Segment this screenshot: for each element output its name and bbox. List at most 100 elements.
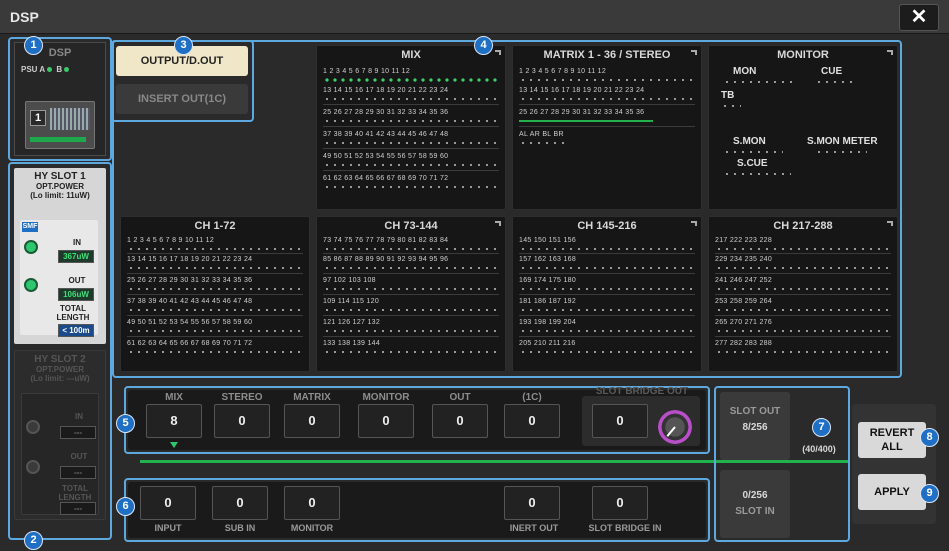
ch-leds: [715, 287, 889, 291]
ch-leds: [715, 266, 889, 270]
close-button[interactable]: ✕: [899, 4, 939, 31]
ch-row: 145 150 151 156: [519, 237, 577, 244]
ch-row: 121 126 127 132: [323, 319, 381, 326]
bus-in-inertout-value[interactable]: 0: [504, 486, 560, 520]
slot1-out-connector-icon: [24, 278, 38, 292]
monitor-tb-label: TB: [721, 90, 735, 101]
bus-in-monitor-value[interactable]: 0: [284, 486, 340, 520]
slot-out-label: SLOT OUT: [729, 406, 781, 417]
monitor-smon-label: S.MON: [733, 136, 766, 147]
module-ch-145-216[interactable]: CH 145-216 145 150 151 156 157 162 163 1…: [512, 216, 702, 372]
slot-bridge-out-value[interactable]: 0: [592, 404, 648, 438]
dsp-status-bar: [30, 137, 86, 142]
dsp-grill: [50, 108, 90, 130]
ch-row: 13 14 15 16 17 18 19 20 21 22 23 24: [127, 256, 253, 263]
slot1-total-label: TOTAL: [60, 304, 86, 313]
hy-slot-2[interactable]: HY SLOT 2 OPT.POWER (Lo limit: ---uW) IN…: [14, 350, 106, 520]
slot1-length-value: < 100m: [58, 324, 94, 337]
module-ch4-title: CH 217-288: [773, 220, 833, 232]
callout-8: 8: [920, 428, 939, 447]
apply-button[interactable]: APPLY: [858, 474, 926, 510]
matrix-green-indicator: [519, 120, 653, 122]
slot1-in-label: IN: [73, 238, 81, 247]
bus-in-label: SLOT BRIDGE IN: [588, 523, 662, 533]
separator: [715, 336, 891, 337]
separator: [323, 253, 499, 254]
separator: [323, 273, 499, 274]
hy-slot-1[interactable]: HY SLOT 1 OPT.POWER (Lo limit: 11uW) SMF…: [14, 168, 106, 344]
slot-total-value: (40/400): [802, 444, 836, 454]
ch-leds: [715, 350, 889, 354]
slot1-out-label: OUT: [68, 276, 86, 285]
bus-out-monitor-value[interactable]: 0: [358, 404, 414, 438]
ch-row: 25 26 27 28 29 30 31 32 33 34 35 36: [127, 277, 253, 284]
mix-row-5: 49 50 51 52 53 54 55 56 57 58 59 60: [323, 153, 449, 160]
slot-in-value: 0/256: [742, 490, 768, 501]
slot1-sfp: SMF IN 367uW OUT 106uW TOTAL LENGTH < 10…: [20, 220, 98, 337]
slot1-limit: (Lo limit: 11uW): [30, 191, 90, 200]
ch-row: 1 2 3 4 5 6 7 8 9 10 11 12: [127, 237, 215, 244]
callout-5: 5: [116, 414, 135, 433]
module-ch-217-288[interactable]: CH 217-288 217 222 223 228 229 234 235 2…: [708, 216, 898, 372]
matrix-leds-1: [519, 78, 693, 82]
mix-leds-4: [323, 141, 497, 145]
psu-b-led: [64, 67, 70, 72]
bus-out-mix-value[interactable]: 8: [146, 404, 202, 438]
separator: [519, 294, 695, 295]
dsp-unit-graphic: 1: [25, 101, 95, 149]
callout-3: 3: [174, 36, 193, 55]
ch-row: 241 246 247 252: [715, 277, 773, 284]
bus-in-label: MONITOR: [290, 523, 334, 533]
module-mix[interactable]: MIX 1 2 3 4 5 6 7 8 9 10 11 12 13 14 15 …: [316, 45, 506, 210]
separator: [519, 273, 695, 274]
ch-leds: [715, 247, 889, 251]
expand-icon: [495, 221, 501, 226]
ch-row: 217 222 223 228: [715, 237, 773, 244]
monitor-cue-leds: [815, 80, 855, 84]
separator: [519, 253, 695, 254]
bus-in-slotbridge-value[interactable]: 0: [592, 486, 648, 520]
bus-in-subin-value[interactable]: 0: [212, 486, 268, 520]
bus-out-1c-value[interactable]: 0: [504, 404, 560, 438]
monitor-scue-label: S.CUE: [737, 158, 768, 169]
slot1-in-value: 367uW: [58, 250, 94, 263]
bus-in-label: SUB IN: [224, 523, 256, 533]
separator: [127, 336, 303, 337]
ch-row: 49 50 51 52 53 54 55 56 57 58 59 60: [127, 319, 253, 326]
bus-out-stereo-value[interactable]: 0: [214, 404, 270, 438]
separator: [127, 253, 303, 254]
module-monitor[interactable]: MONITOR MON CUE TB S.MON S.MON METER S.C…: [708, 45, 898, 210]
expand-icon: [691, 50, 697, 55]
slot2-in-connector-icon: [26, 420, 40, 434]
bus-out-matrix-value[interactable]: 0: [284, 404, 340, 438]
slot2-title: HY SLOT 2: [34, 354, 86, 365]
ch-row: 229 234 235 240: [715, 256, 773, 263]
monitor-scue-leds: [723, 172, 791, 176]
monitor-tb-leds: [721, 104, 741, 108]
bus-out-label: STEREO: [221, 392, 263, 403]
bus-in-input-value[interactable]: 0: [140, 486, 196, 520]
module-matrix[interactable]: MATRIX 1 - 36 / STEREO 1 2 3 4 5 6 7 8 9…: [512, 45, 702, 210]
monitor-cue-label: CUE: [821, 66, 843, 77]
ch-leds: [519, 329, 693, 333]
revert-all-button[interactable]: REVERT ALL: [858, 422, 926, 458]
ch-row: 73 74 75 76 77 78 79 80 81 82 83 84: [323, 237, 449, 244]
monitor-mon-leds: [723, 80, 795, 84]
separator: [323, 170, 499, 171]
module-ch-1-72[interactable]: CH 1-72 1 2 3 4 5 6 7 8 9 10 11 12 13 14…: [120, 216, 310, 372]
ch-leds: [323, 247, 497, 251]
mix-leds-2: [323, 97, 497, 101]
slot2-out-value: ---: [60, 466, 96, 479]
slot-bridge-out-knob-icon[interactable]: [658, 410, 692, 444]
separator: [519, 315, 695, 316]
bus-out-out-value[interactable]: 0: [432, 404, 488, 438]
matrix-row-1: 1 2 3 4 5 6 7 8 9 10 11 12: [519, 68, 607, 75]
module-ch-73-144[interactable]: CH 73-144 73 74 75 76 77 78 79 80 81 82 …: [316, 216, 506, 372]
callout-1: 1: [24, 36, 43, 55]
dsp-panel[interactable]: DSP PSU A B 1: [14, 42, 106, 156]
ch-row: 61 62 63 64 65 66 67 68 69 70 71 72: [127, 340, 253, 347]
ch-row: 97 102 103 108: [323, 277, 376, 284]
ch-row: 109 114 115 120: [323, 298, 380, 305]
ch-row: 157 162 163 168: [519, 256, 577, 263]
separator: [519, 104, 695, 105]
